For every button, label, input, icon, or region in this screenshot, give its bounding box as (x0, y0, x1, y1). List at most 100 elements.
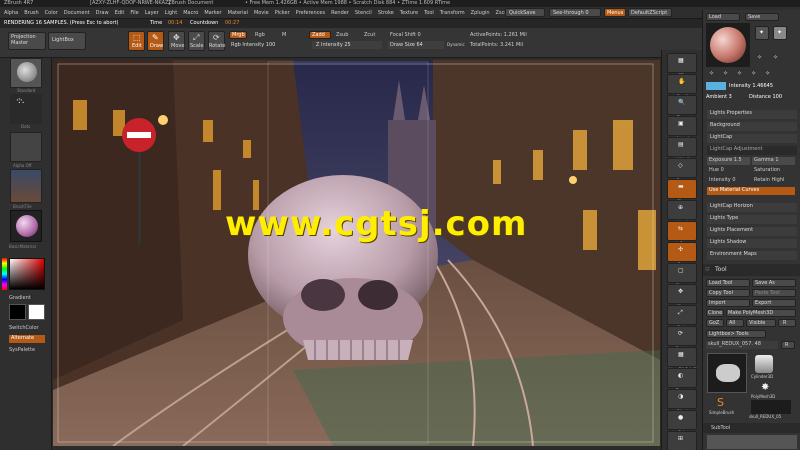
exposure-slider[interactable]: Exposure 1.5 (707, 157, 750, 165)
menu-preferences[interactable]: Preferences (296, 10, 325, 16)
move-mode-button[interactable]: Move ✥ (168, 31, 185, 51)
see-through-slider[interactable]: See-through 0 (549, 8, 601, 17)
menu-render[interactable]: Render (331, 10, 349, 16)
shelf-xpose-button[interactable]: ⊞ (667, 431, 697, 450)
material-button[interactable] (10, 210, 42, 242)
menu-stencil[interactable]: Stencil (355, 10, 372, 16)
current-tool-r-button[interactable]: R (781, 341, 795, 349)
switchcolor-button[interactable]: SwitchColor (9, 325, 39, 331)
menu-texture[interactable]: Texture (400, 10, 418, 16)
retain-highlight-slider[interactable]: Retain Highl (752, 177, 784, 183)
menu-macro[interactable]: Macro (183, 10, 198, 16)
current-tool-slider[interactable]: skull_REDUX_057. 48 (706, 341, 778, 349)
light-bulb-4-icon[interactable]: ✧ (773, 54, 778, 61)
shelf-rotate-button[interactable]: ⟳ (667, 326, 697, 346)
lightcap-section[interactable]: LightCap (707, 134, 797, 143)
import-button[interactable]: Import (706, 299, 750, 307)
menu-light[interactable]: Light (165, 10, 177, 16)
tool-palette-header[interactable]: ☞ Tool (703, 264, 800, 276)
brush-standard-button[interactable] (10, 58, 42, 88)
menu-brush[interactable]: Brush (24, 10, 38, 16)
paste-tool-button[interactable]: Paste Tool (752, 289, 796, 297)
load-tool-button[interactable]: Load Tool (706, 279, 750, 287)
light-bulb-1-icon[interactable]: ✦ (755, 26, 769, 40)
secondary-color-swatch[interactable] (9, 304, 26, 320)
menu-edit[interactable]: Edit (115, 10, 125, 16)
menu-draw[interactable]: Draw (96, 10, 109, 16)
cylinder-thumb-icon[interactable] (755, 355, 773, 373)
environment-maps-section[interactable]: Environment Maps (707, 251, 797, 260)
lights-properties[interactable]: Lights Properties (707, 110, 797, 119)
light-load-button[interactable]: Load (706, 13, 740, 21)
simplebrush-icon[interactable]: S (717, 396, 724, 409)
light-save-button[interactable]: Save (745, 13, 779, 21)
goz-visible-button[interactable]: Visible (746, 319, 776, 327)
shelf-solo-button[interactable]: ● (667, 410, 697, 430)
light-color-swatch[interactable] (706, 82, 726, 90)
shelf-move-button[interactable]: ✥ (667, 284, 697, 304)
shelf-zoom-button[interactable]: 🔍 (667, 95, 697, 115)
shelf-floor-button[interactable]: ▬ (667, 179, 697, 199)
hue-slider[interactable]: Hue 0 (707, 167, 724, 173)
shelf-scroll-button[interactable]: ✋ (667, 74, 697, 94)
viewport-canvas[interactable]: www.cgtsj.com (53, 60, 660, 446)
alpha-button[interactable] (10, 132, 42, 162)
stroke-dots-button[interactable]: ·:·. (10, 94, 42, 124)
light-preview[interactable] (706, 23, 750, 67)
copy-tool-button[interactable]: Copy Tool (706, 289, 750, 297)
shelf-local-button[interactable]: ⊕ (667, 200, 697, 220)
z-intensity-slider[interactable]: Z Intensity 25 (312, 41, 382, 49)
shelf-ghost-button[interactable]: ◑ (667, 389, 697, 409)
light-bulb-2-icon[interactable]: ✦ (773, 26, 787, 40)
make-polymesh-button[interactable]: Make PolyMesh3D (726, 309, 796, 317)
polymesh-star-icon[interactable]: ✸ (761, 382, 769, 393)
menu-document[interactable]: Document (64, 10, 90, 16)
quicksave-button[interactable]: QuickSave (505, 8, 545, 17)
zsub-button[interactable]: Zsub (336, 32, 348, 38)
lightbox-button[interactable]: LightBox (48, 32, 86, 50)
subtool-item[interactable] (707, 435, 797, 449)
lights-placement-section[interactable]: Lights Placement (707, 227, 797, 236)
menu-material[interactable]: Material (228, 10, 248, 16)
projection-master-button[interactable]: Projection Master (8, 32, 46, 50)
light-intensity-slider[interactable]: Intensity 1.46645 (729, 83, 773, 89)
menu-file[interactable]: File (130, 10, 138, 16)
menu-color[interactable]: Color (45, 10, 58, 16)
menus-toggle[interactable]: Menus (604, 8, 626, 17)
background-section[interactable]: Background (707, 122, 797, 131)
lights-type-section[interactable]: Lights Type (707, 215, 797, 224)
gradient-label[interactable]: Gradient (9, 295, 31, 301)
goz-all-button[interactable]: All (726, 319, 744, 327)
mrgb-button[interactable]: Mrgb (229, 31, 247, 39)
menu-movie[interactable]: Movie (254, 10, 269, 16)
menu-marker[interactable]: Marker (204, 10, 221, 16)
menu-picker[interactable]: Picker (275, 10, 290, 16)
menu-transform[interactable]: Transform (440, 10, 465, 16)
texture-brushtile-button[interactable] (10, 169, 42, 203)
menu-zplugin[interactable]: Zplugin (471, 10, 490, 16)
rotate-mode-button[interactable]: Rotate ⟳ (208, 31, 225, 51)
menu-stroke[interactable]: Stroke (378, 10, 394, 16)
lightcap-adjust-section[interactable]: LightCap Adjustment (707, 146, 797, 155)
save-as-button[interactable]: Save As (752, 279, 796, 287)
default-zscript-button[interactable]: DefaultZScript (628, 8, 672, 17)
draw-mode-button[interactable]: Draw ✎ (147, 31, 164, 51)
light-bulb-3-icon[interactable]: ✧ (757, 54, 762, 61)
shelf-l-sym-button[interactable]: ⇆ (667, 221, 697, 241)
clone-button[interactable]: Clone (706, 309, 724, 317)
lightbox-tools-button[interactable]: Lightbox> Tools (706, 330, 766, 338)
main-color-swatch[interactable] (28, 304, 45, 320)
export-button[interactable]: Export (752, 299, 796, 307)
menu-tool[interactable]: Tool (424, 10, 434, 16)
use-material-curves-toggle[interactable]: Use Material Curves (707, 187, 795, 195)
color-picker[interactable] (9, 258, 45, 290)
lights-shadow-section[interactable]: Lights Shadow (707, 239, 797, 248)
ambient-slider[interactable]: Ambient 3 (706, 94, 732, 100)
rgb-intensity-slider[interactable]: Rgb Intensity 100 (231, 42, 275, 48)
shelf-aahalf-button[interactable]: ▤ (667, 137, 697, 157)
shelf-gxyz-button[interactable]: ✣ (667, 242, 697, 262)
edit-mode-button[interactable]: Edit ⬚ (128, 31, 145, 51)
m-button[interactable]: M (282, 32, 286, 38)
menu-layer[interactable]: Layer (145, 10, 159, 16)
distance-slider[interactable]: Distance 100 (749, 94, 782, 100)
